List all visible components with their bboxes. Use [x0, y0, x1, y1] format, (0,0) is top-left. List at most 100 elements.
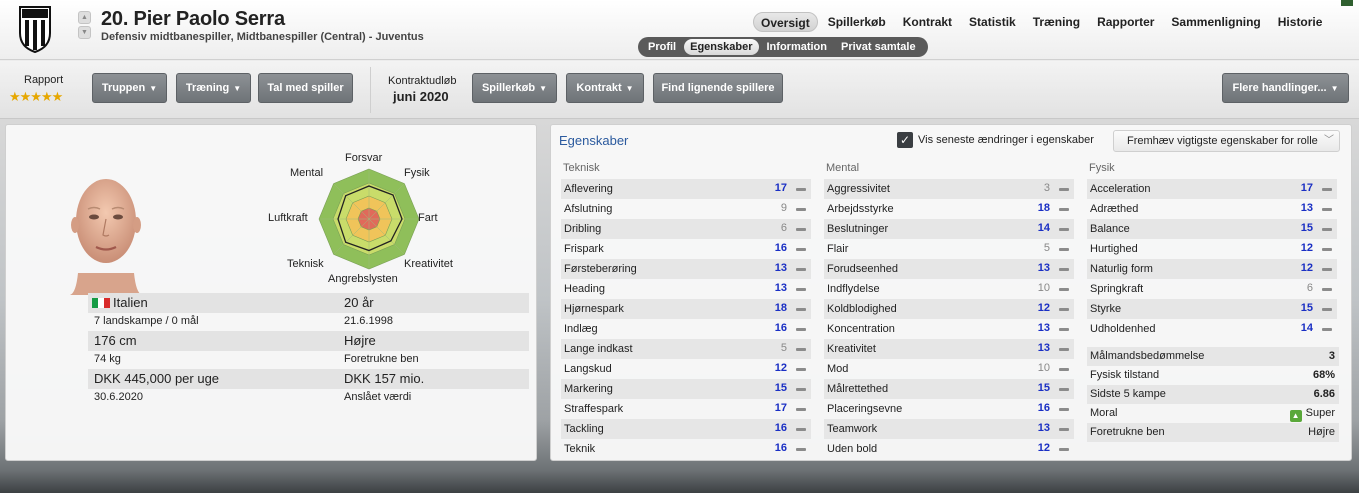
- attribute-row[interactable]: Teknik 16: [561, 439, 811, 459]
- mental-column: Mental Aggressivitet 3 Arbejdsstyrke 18 Besl…: [824, 161, 1074, 459]
- tab-rapporter[interactable]: Rapporter: [1090, 12, 1161, 32]
- juventus-crest-icon[interactable]: [17, 3, 53, 53]
- radar-label-mental: Mental: [290, 167, 324, 179]
- subtab-information[interactable]: Information: [761, 39, 834, 55]
- attribute-value: 13: [774, 262, 787, 274]
- transfer-button[interactable]: Spillerkøb ▼: [472, 73, 557, 103]
- attribute-row[interactable]: Beslutninger 14: [824, 219, 1074, 239]
- more-actions-button[interactable]: Flere handlinger... ▼: [1222, 73, 1349, 103]
- subtab-egenskaber[interactable]: Egenskaber: [684, 39, 759, 55]
- tab-kontrakt[interactable]: Kontrakt: [896, 12, 959, 32]
- talk-to-player-button[interactable]: Tal med spiller: [258, 73, 353, 103]
- attribute-row[interactable]: Indlæg 16: [561, 319, 811, 339]
- attribute-trend-icon: [1059, 268, 1069, 271]
- find-similar-players-button[interactable]: Find lignende spillere: [653, 73, 783, 103]
- subtab-profil[interactable]: Profil: [642, 39, 682, 55]
- previous-player-button[interactable]: ▲: [78, 11, 91, 24]
- attribute-row[interactable]: Arbejdsstyrke 18: [824, 199, 1074, 219]
- highlight-role-select[interactable]: Fremhæv vigtigste egenskaber for rolle ﹀: [1113, 130, 1340, 152]
- attribute-row[interactable]: Lange indkast 5: [561, 339, 811, 359]
- attribute-name: Uden bold: [827, 443, 878, 455]
- chevron-down-icon: ▼: [539, 84, 548, 93]
- attribute-row[interactable]: Adræthed 13: [1087, 199, 1337, 219]
- attribute-row[interactable]: Langskud 12: [561, 359, 811, 379]
- attribute-name: Acceleration: [1090, 183, 1151, 195]
- player-nav-stepper[interactable]: ▲ ▼: [78, 11, 91, 39]
- attribute-row[interactable]: Frispark 16: [561, 239, 811, 259]
- attribute-row[interactable]: Straffespark 17: [561, 399, 811, 419]
- main-tabs: Oversigt Spillerkøb Kontrakt Statistik T…: [753, 12, 1332, 32]
- attribute-trend-icon: [1322, 328, 1332, 331]
- attribute-trend-icon: [1322, 268, 1332, 271]
- attribute-value: 13: [1037, 342, 1050, 354]
- attribute-row[interactable]: Placeringsevne 16: [824, 399, 1074, 419]
- attribute-row[interactable]: Forudseenhed 13: [824, 259, 1074, 279]
- attribute-trend-icon: [796, 308, 806, 311]
- international-caps: 7 landskampe / 0 mål: [94, 315, 199, 327]
- attribute-row[interactable]: Udholdenhed 14: [1087, 319, 1337, 339]
- show-changes-checkbox[interactable]: ✓: [897, 132, 913, 148]
- squad-button[interactable]: Truppen ▼: [92, 73, 167, 103]
- radar-label-aerial: Luftkraft: [268, 212, 308, 224]
- attribute-name: Aggressivitet: [827, 183, 890, 195]
- attribute-row[interactable]: Springkraft 6: [1087, 279, 1337, 299]
- attribute-value: 13: [1037, 262, 1050, 274]
- attribute-name: Udholdenhed: [1090, 323, 1156, 335]
- subtab-privat-samtale[interactable]: Privat samtale: [835, 39, 922, 55]
- attribute-row[interactable]: Førsteberøring 13: [561, 259, 811, 279]
- attribute-row[interactable]: Balance 15: [1087, 219, 1337, 239]
- page-header: ▲ ▼ 20. Pier Paolo Serra Defensiv midtba…: [0, 0, 1359, 60]
- attribute-row[interactable]: Naturlig form 12: [1087, 259, 1337, 279]
- tab-sammenligning[interactable]: Sammenligning: [1164, 12, 1267, 32]
- attribute-row[interactable]: Hjørnespark 18: [561, 299, 811, 319]
- attribute-row[interactable]: Uden bold 12: [824, 439, 1074, 459]
- summary-name: Sidste 5 kampe: [1090, 388, 1166, 400]
- attribute-row[interactable]: Hurtighed 12: [1087, 239, 1337, 259]
- tab-oversigt[interactable]: Oversigt: [753, 12, 818, 32]
- attribute-row[interactable]: Styrke 15: [1087, 299, 1337, 319]
- show-changes-toggle[interactable]: ✓ Vis seneste ændringer i egenskaber: [897, 132, 1094, 148]
- tab-statistik[interactable]: Statistik: [962, 12, 1023, 32]
- attribute-row[interactable]: Kreativitet 13: [824, 339, 1074, 359]
- tab-traening[interactable]: Træning: [1026, 12, 1087, 32]
- attribute-value: 6: [780, 222, 787, 234]
- attribute-name: Naturlig form: [1090, 263, 1153, 275]
- radar-label-speed: Fart: [418, 212, 438, 224]
- attribute-trend-icon: [1322, 188, 1332, 191]
- attribute-row[interactable]: Teamwork 13: [824, 419, 1074, 439]
- attribute-value: 18: [774, 302, 787, 314]
- attributes-panel: Egenskaber ✓ Vis seneste ændringer i ege…: [550, 124, 1352, 461]
- mental-header: Mental: [826, 162, 860, 174]
- attribute-name: Kreativitet: [827, 343, 876, 355]
- attribute-row[interactable]: Acceleration 17: [1087, 179, 1337, 199]
- attribute-row[interactable]: Heading 13: [561, 279, 811, 299]
- tab-spillerkob[interactable]: Spillerkøb: [821, 12, 893, 32]
- report-star-rating[interactable]: ★★★★★: [9, 89, 63, 105]
- summary-value: 6.86: [1314, 388, 1335, 400]
- attribute-row[interactable]: Afslutning 9: [561, 199, 811, 219]
- training-button[interactable]: Træning ▼: [176, 73, 251, 103]
- attribute-value: 17: [774, 402, 787, 414]
- attribute-name: Straffespark: [564, 403, 624, 415]
- attribute-row[interactable]: Koldblodighed 12: [824, 299, 1074, 319]
- contract-button[interactable]: Kontrakt ▼: [566, 73, 644, 103]
- attribute-row[interactable]: Aggressivitet 3: [824, 179, 1074, 199]
- summary-name: Fysisk tilstand: [1090, 369, 1160, 381]
- nationality[interactable]: Italien: [92, 295, 148, 310]
- attribute-name: Flair: [827, 243, 849, 255]
- attribute-row[interactable]: Dribling 6: [561, 219, 811, 239]
- attribute-row[interactable]: Tackling 16: [561, 419, 811, 439]
- next-player-button[interactable]: ▼: [78, 26, 91, 39]
- bio-row: Italien 20 år: [88, 293, 529, 313]
- attribute-value: 12: [1300, 262, 1313, 274]
- attribute-row[interactable]: Markering 15: [561, 379, 811, 399]
- player-role[interactable]: Defensiv midtbanespiller, Midtbanespille…: [101, 31, 424, 43]
- attribute-row[interactable]: Aflevering 17: [561, 179, 811, 199]
- tab-historie[interactable]: Historie: [1271, 12, 1330, 32]
- attribute-row[interactable]: Mod 10: [824, 359, 1074, 379]
- attribute-row[interactable]: Koncentration 13: [824, 319, 1074, 339]
- training-button-label: Træning: [185, 82, 230, 94]
- attribute-row[interactable]: Indflydelse 10: [824, 279, 1074, 299]
- attribute-row[interactable]: Målrettethed 15: [824, 379, 1074, 399]
- attribute-row[interactable]: Flair 5: [824, 239, 1074, 259]
